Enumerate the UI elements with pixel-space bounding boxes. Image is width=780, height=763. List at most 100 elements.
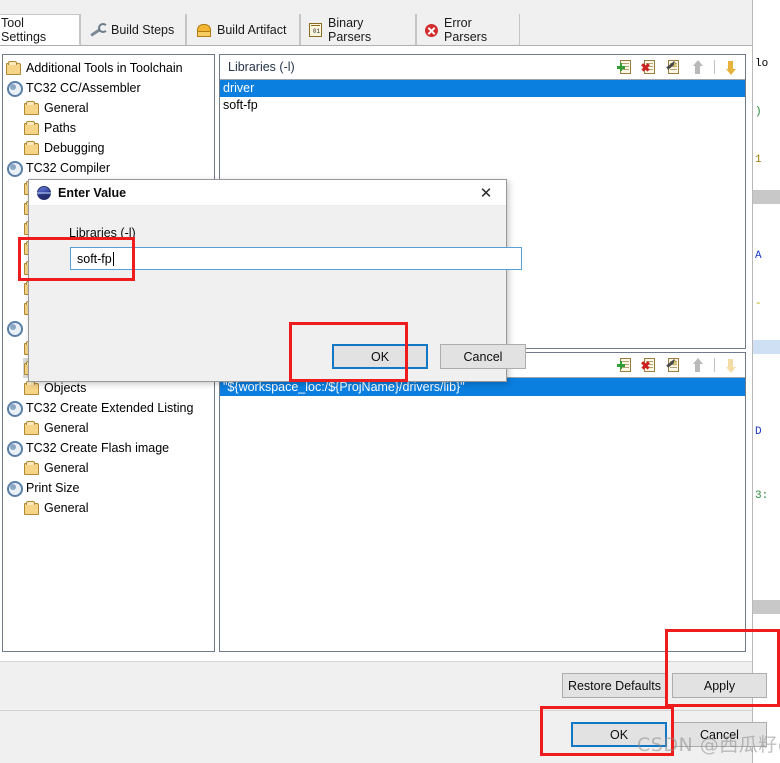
- delete-icon[interactable]: [641, 58, 659, 76]
- tree-item-debugging[interactable]: Debugging: [23, 138, 104, 158]
- folder-icon: [23, 460, 40, 476]
- folder-icon: [5, 60, 22, 76]
- tab-error-parsers[interactable]: Error Parsers: [416, 14, 520, 45]
- tree-item-print-size[interactable]: Print Size: [5, 478, 80, 498]
- tree-item-label: TC32 Create Extended Listing: [26, 401, 194, 415]
- edit-icon[interactable]: [665, 356, 683, 374]
- tree-item-label: Additional Tools in Toolchain: [26, 61, 183, 75]
- move-down-icon[interactable]: [722, 356, 740, 374]
- apply-bar: Restore Defaults Apply: [0, 662, 767, 710]
- folder-icon: [23, 380, 40, 396]
- edit-icon[interactable]: [665, 58, 683, 76]
- tree-item-label: TC32 CC/Assembler: [26, 81, 141, 95]
- value-input[interactable]: soft-fp: [70, 247, 522, 270]
- list-item[interactable]: soft-fp: [220, 97, 745, 114]
- build-artifact-icon: [195, 22, 211, 38]
- toolbar-divider: [714, 60, 715, 74]
- libraries-panel-title: Libraries (-l): [228, 60, 295, 74]
- tree-item-tc32-cc-assembler[interactable]: TC32 CC/Assembler: [5, 78, 141, 98]
- code-fragment: 1: [755, 154, 762, 166]
- tree-item-label: General: [44, 461, 89, 475]
- tool-icon: [5, 80, 23, 97]
- move-up-icon[interactable]: [689, 58, 707, 76]
- tab-binary-parsers[interactable]: Binary Parsers: [300, 14, 416, 45]
- toolbar-divider: [714, 358, 715, 372]
- tree-item-label: Print Size: [26, 481, 80, 495]
- move-up-icon[interactable]: [689, 356, 707, 374]
- binary-file-icon: [309, 22, 323, 37]
- value-input-text: soft-fp: [77, 251, 112, 266]
- tab-label: Error Parsers: [444, 15, 488, 44]
- dialog-titlebar[interactable]: Enter Value ✕: [29, 180, 506, 206]
- tab-build-artifact[interactable]: Build Artifact: [186, 14, 300, 45]
- tree-item-general-listing[interactable]: General: [23, 418, 88, 438]
- folder-icon: [23, 420, 40, 436]
- libraries-list[interactable]: driver soft-fp: [220, 80, 745, 114]
- tree-item-general-flash[interactable]: General: [23, 458, 88, 478]
- text-caret: [112, 251, 114, 266]
- tree-item-general-assembler[interactable]: General: [23, 98, 88, 118]
- tree-item-general-print[interactable]: General: [23, 498, 88, 518]
- tool-icon: [5, 400, 23, 417]
- dialog-title: Enter Value: [58, 185, 127, 200]
- library-paths-panel: "${workspace_loc:/${ProjName}/drivers/li…: [219, 352, 746, 652]
- tool-icon: [5, 480, 23, 497]
- folder-icon: [23, 120, 40, 136]
- library-paths-panel-toolbar: [617, 356, 740, 374]
- tree-item-label: Objects: [44, 381, 87, 395]
- tab-label: Binary Parsers: [328, 15, 372, 44]
- tool-icon: [5, 320, 23, 337]
- tool-icon: [5, 160, 23, 177]
- tree-item-label: General: [44, 501, 89, 515]
- tab-build-steps[interactable]: Build Steps: [80, 14, 186, 45]
- tab-label: Tool Settings: [1, 15, 47, 44]
- enter-value-dialog: Enter Value ✕ Libraries (-l) soft-fp OK …: [28, 179, 526, 382]
- add-icon[interactable]: [617, 58, 635, 76]
- tree-item-label: Debugging: [44, 141, 105, 155]
- eclipse-icon: [37, 185, 51, 200]
- libraries-panel-toolbar: [617, 58, 740, 76]
- code-fragment: A: [755, 250, 762, 262]
- apply-button[interactable]: Apply: [672, 673, 767, 698]
- code-fragment: ): [755, 106, 762, 118]
- move-down-icon[interactable]: [722, 58, 740, 76]
- tree-item-paths[interactable]: Paths: [23, 118, 76, 138]
- tree-item-label: General: [44, 101, 89, 115]
- libraries-panel-header: Libraries (-l): [220, 55, 745, 80]
- code-fragment: -: [755, 298, 762, 310]
- tree-item-hidden-tool[interactable]: [5, 318, 26, 338]
- tree-item-create-extended-listing[interactable]: TC32 Create Extended Listing: [5, 398, 193, 418]
- dialog-cancel-button[interactable]: Cancel: [440, 344, 526, 369]
- folder-icon: [23, 100, 40, 116]
- folder-icon: [23, 140, 40, 156]
- tree-item-label: TC32 Create Flash image: [26, 441, 170, 455]
- code-fragment: lo: [755, 58, 769, 70]
- dialog-field-label: Libraries (-l): [69, 226, 136, 240]
- tree-item-label: TC32 Compiler: [26, 161, 111, 175]
- list-item[interactable]: driver: [220, 80, 745, 97]
- eclipse-properties-window: lo ) 1 A - D 3: Tool Settings Build Step…: [0, 0, 780, 763]
- wrench-icon: [89, 22, 108, 38]
- tree-item-create-flash-image[interactable]: TC32 Create Flash image: [5, 438, 169, 458]
- code-fragment: D: [755, 426, 762, 438]
- tab-tool-settings[interactable]: Tool Settings: [0, 14, 80, 45]
- tree-item-label: Paths: [44, 121, 76, 135]
- tool-icon: [5, 440, 23, 457]
- tab-label: Build Steps: [111, 22, 175, 37]
- error-icon: [425, 23, 438, 37]
- code-scroll-marker-2: [753, 600, 780, 614]
- cancel-button[interactable]: Cancel: [672, 722, 767, 747]
- tree-item-additional-tools[interactable]: Additional Tools in Toolchain: [5, 58, 183, 78]
- delete-icon[interactable]: [641, 356, 659, 374]
- add-icon[interactable]: [617, 356, 635, 374]
- ok-button[interactable]: OK: [571, 722, 667, 747]
- tree-item-tc32-compiler[interactable]: TC32 Compiler: [5, 158, 110, 178]
- close-icon[interactable]: ✕: [466, 180, 506, 206]
- code-editor-sliver[interactable]: lo ) 1 A - D 3:: [752, 0, 780, 763]
- dialog-button-bar: OK Cancel: [0, 711, 767, 763]
- dialog-ok-button[interactable]: OK: [332, 344, 428, 369]
- code-fragment: 3:: [755, 490, 769, 502]
- restore-defaults-button[interactable]: Restore Defaults: [562, 673, 667, 698]
- code-highlight-marker: [753, 340, 780, 354]
- tab-bar: Tool Settings Build Steps Build Artifact…: [0, 0, 752, 46]
